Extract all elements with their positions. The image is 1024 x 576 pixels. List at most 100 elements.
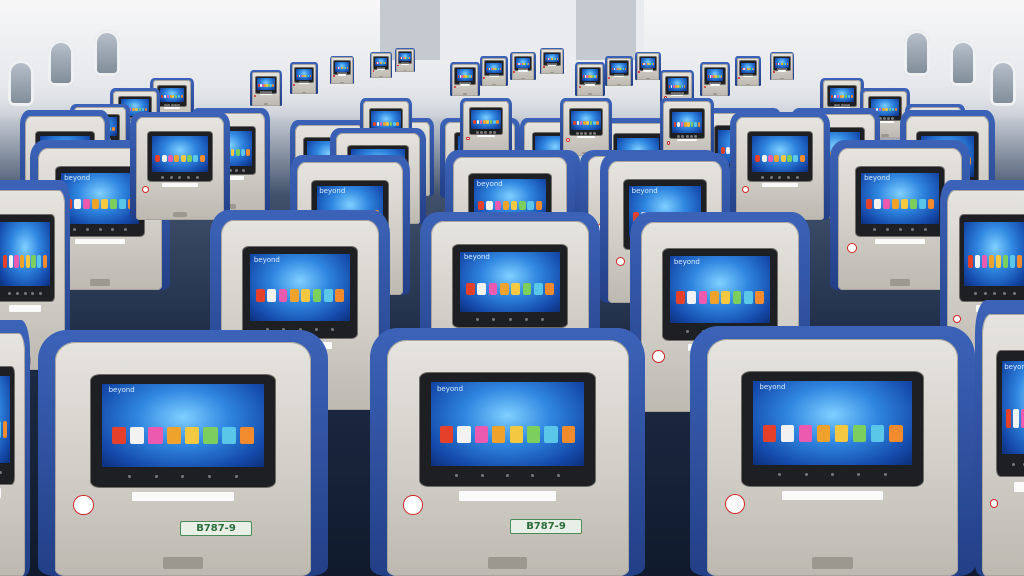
app-icon[interactable] — [974, 255, 981, 268]
tray-table-latch[interactable] — [488, 557, 527, 569]
app-icon[interactable] — [524, 63, 527, 65]
app-icon[interactable] — [272, 84, 274, 87]
app-icon[interactable] — [1016, 255, 1022, 268]
tray-table-latch[interactable] — [162, 557, 204, 569]
app-icon[interactable] — [19, 255, 25, 268]
app-icon[interactable] — [901, 199, 908, 210]
app-icon[interactable] — [83, 199, 91, 210]
app-icon[interactable] — [927, 199, 935, 210]
app-icon[interactable] — [502, 201, 510, 211]
entertainment-screen[interactable] — [374, 57, 388, 67]
app-icon[interactable] — [694, 122, 697, 127]
entertainment-screen[interactable] — [611, 62, 627, 73]
entertainment-screen[interactable] — [335, 62, 349, 72]
app-icon[interactable] — [509, 425, 523, 443]
app-icon[interactable] — [787, 154, 792, 162]
app-icon[interactable] — [1005, 408, 1012, 428]
app-icon[interactable] — [393, 121, 396, 126]
app-icon[interactable] — [573, 120, 576, 125]
app-icon[interactable] — [396, 121, 399, 126]
app-icon[interactable] — [595, 75, 598, 78]
entertainment-screen[interactable] — [545, 53, 559, 63]
entertainment-screen[interactable] — [471, 110, 501, 130]
app-icon[interactable] — [687, 290, 696, 305]
entertainment-screen[interactable] — [486, 62, 502, 73]
app-icon[interactable] — [874, 199, 882, 210]
app-icon[interactable] — [511, 283, 521, 296]
app-icon[interactable] — [141, 107, 145, 112]
app-icon[interactable] — [92, 199, 99, 210]
app-icon[interactable] — [168, 154, 173, 162]
tray-table-latch[interactable] — [492, 83, 496, 86]
app-icon[interactable] — [644, 63, 647, 65]
app-icon[interactable] — [681, 84, 684, 88]
app-icon[interactable] — [166, 427, 181, 444]
app-icon[interactable] — [230, 149, 235, 157]
app-icon[interactable] — [755, 154, 761, 162]
app-icon[interactable] — [14, 255, 19, 268]
tray-table-latch[interactable] — [712, 93, 718, 96]
entertainment-screen[interactable] — [0, 221, 51, 286]
tray-table-latch[interactable] — [587, 93, 593, 96]
app-icon[interactable] — [389, 121, 393, 126]
entertainment-screen[interactable] — [964, 221, 1024, 286]
app-icon[interactable] — [465, 283, 475, 296]
app-icon[interactable] — [680, 122, 684, 127]
app-icon[interactable] — [762, 424, 777, 442]
app-icon[interactable] — [774, 154, 780, 162]
entertainment-screen[interactable] — [829, 87, 855, 103]
app-icon[interactable] — [677, 122, 680, 127]
app-icon[interactable] — [883, 199, 891, 210]
app-icon[interactable] — [483, 120, 486, 124]
app-icon[interactable] — [799, 154, 805, 162]
app-icon[interactable] — [457, 425, 471, 443]
app-icon[interactable] — [385, 62, 387, 64]
app-icon[interactable] — [545, 283, 555, 296]
app-icon[interactable] — [493, 120, 496, 124]
app-icon[interactable] — [707, 75, 710, 78]
app-icon[interactable] — [589, 120, 593, 125]
app-icon[interactable] — [561, 425, 575, 443]
entertainment-screen[interactable] — [671, 111, 703, 133]
app-icon[interactable] — [836, 95, 839, 99]
app-icon[interactable] — [486, 201, 493, 211]
app-icon[interactable] — [496, 120, 499, 124]
entertainment-screen[interactable] — [456, 69, 474, 81]
entertainment-screen[interactable] — [296, 69, 312, 80]
app-icon[interactable] — [586, 120, 589, 125]
app-icon[interactable] — [579, 120, 583, 125]
entertainment-screen[interactable] — [571, 110, 601, 131]
app-icon[interactable] — [753, 67, 755, 70]
app-icon[interactable] — [489, 120, 493, 124]
app-icon[interactable] — [494, 201, 501, 211]
app-icon[interactable] — [673, 122, 677, 127]
app-icon[interactable] — [519, 63, 522, 65]
entertainment-screen[interactable] — [706, 69, 724, 81]
app-icon[interactable] — [649, 63, 652, 65]
app-icon[interactable] — [698, 290, 708, 305]
app-icon[interactable] — [278, 288, 288, 303]
entertainment-screen[interactable]: beyond — [430, 382, 585, 467]
app-icon[interactable] — [144, 107, 148, 112]
app-icon[interactable] — [755, 290, 765, 305]
app-icon[interactable] — [25, 255, 31, 268]
entertainment-screen[interactable] — [515, 58, 531, 68]
app-icon[interactable] — [2, 255, 8, 268]
app-icon[interactable] — [476, 120, 480, 124]
app-icon[interactable] — [744, 290, 753, 305]
app-icon[interactable] — [309, 74, 311, 77]
app-icon[interactable] — [697, 122, 701, 127]
app-icon[interactable] — [882, 107, 885, 112]
entertainment-screen[interactable] — [640, 58, 656, 68]
app-icon[interactable] — [109, 199, 117, 210]
app-icon[interactable] — [687, 122, 691, 127]
app-icon[interactable] — [544, 425, 558, 443]
app-icon[interactable] — [793, 154, 799, 162]
app-icon[interactable] — [596, 120, 599, 125]
app-icon[interactable] — [312, 288, 322, 303]
tray-table-latch[interactable] — [646, 77, 650, 80]
app-icon[interactable] — [111, 427, 126, 444]
app-icon[interactable] — [166, 95, 169, 99]
app-icon[interactable] — [534, 283, 543, 296]
app-icon[interactable] — [732, 290, 742, 305]
